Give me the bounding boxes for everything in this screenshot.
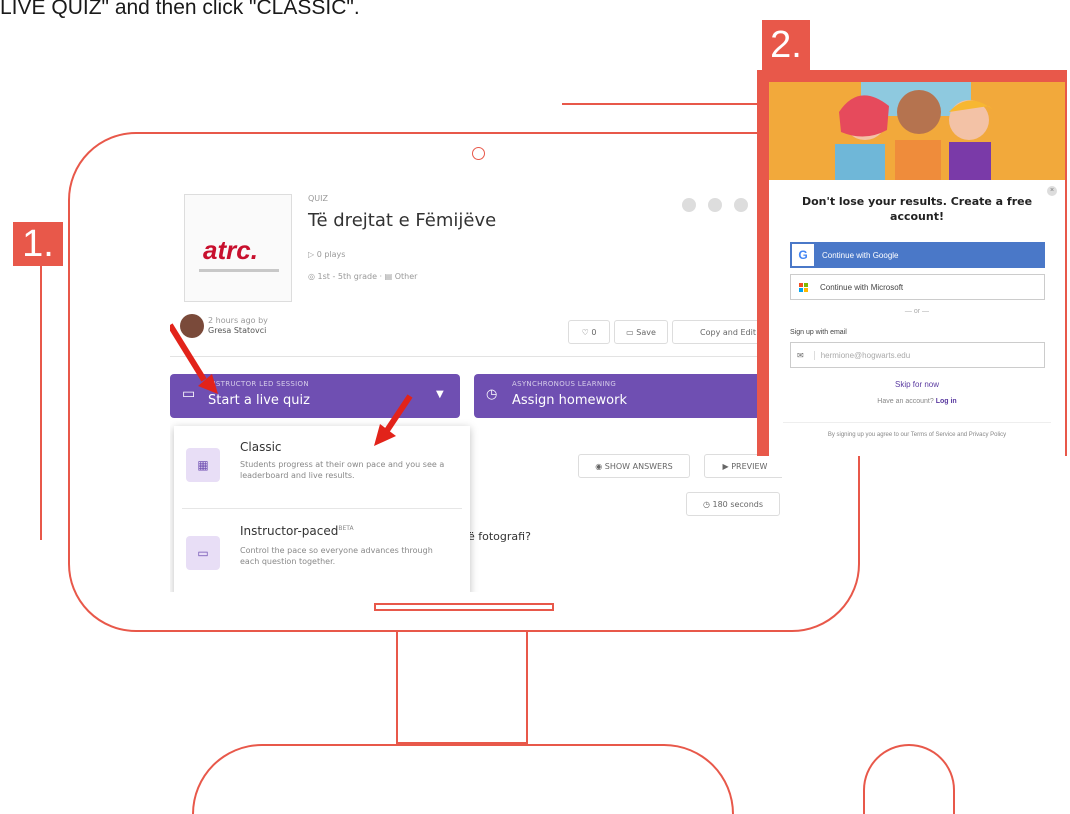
- monitor-base: [192, 744, 734, 814]
- hero-characters: [835, 82, 993, 180]
- ms-square-blue: [799, 287, 803, 292]
- mouse-outline: [863, 744, 955, 814]
- microsoft-label: Continue with Microsoft: [820, 282, 904, 292]
- ms-square-yellow: [804, 287, 808, 292]
- have-account-label: Have an account?: [877, 398, 934, 405]
- or-divider: — or —: [904, 308, 930, 315]
- arrow-to-classic: [383, 394, 413, 434]
- microsoft-button[interactable]: Continue with Microsoft: [790, 274, 1045, 300]
- monitor-stand: [396, 632, 528, 744]
- email-field[interactable]: ✉ hermione@hogwarts.edu: [790, 342, 1045, 368]
- arrow-to-live-quiz: [170, 323, 207, 382]
- or-text: or: [913, 308, 921, 315]
- left-guide-line: [40, 245, 42, 540]
- hero-face-mid: [897, 90, 941, 134]
- have-account-text: Have an account? Log in: [769, 398, 1065, 405]
- ms-square-green: [804, 282, 808, 287]
- terms-text: By signing up you agree to our Terms of …: [827, 432, 1007, 438]
- monitor-slot: [374, 603, 554, 611]
- step-1-badge: 1.: [13, 222, 63, 266]
- skip-link[interactable]: Skip for now: [769, 380, 1065, 389]
- arrows-overlay: [170, 323, 413, 446]
- ms-square-red: [799, 282, 803, 287]
- top-guide-line: [562, 103, 762, 105]
- quiz-screen: atrc. QUIZ Të drejtat e Fëmijëve ▷ 0 pla…: [170, 180, 782, 592]
- hero-shirt-left: [835, 144, 885, 180]
- hero-shirt-right: [949, 142, 991, 180]
- close-icon[interactable]: ×: [1047, 186, 1057, 196]
- instruction-text: LIVE QUIZ" and then click "CLASSIC".: [0, 0, 360, 19]
- hero-laptop: [895, 140, 941, 180]
- email-placeholder: hermione@hogwarts.edu: [813, 350, 910, 360]
- envelope-icon: ✉: [797, 350, 804, 360]
- google-label: Continue with Google: [822, 250, 899, 260]
- modal-title: Don't lose your results. Create a free a…: [801, 195, 1033, 224]
- modal-hero-illustration: [769, 82, 1065, 180]
- google-button[interactable]: G Continue with Google: [790, 242, 1045, 268]
- login-link[interactable]: Log in: [936, 398, 957, 405]
- microsoft-icon: [799, 282, 808, 292]
- step-2-badge: 2.: [762, 20, 810, 70]
- modal-divider: [783, 422, 1051, 423]
- monitor-camera: [472, 147, 485, 160]
- hero-hair-left: [839, 95, 889, 137]
- google-icon: G: [792, 244, 814, 266]
- email-label: Sign up with email: [790, 329, 847, 336]
- signup-modal: × Don't lose your results. Create a free…: [769, 82, 1065, 456]
